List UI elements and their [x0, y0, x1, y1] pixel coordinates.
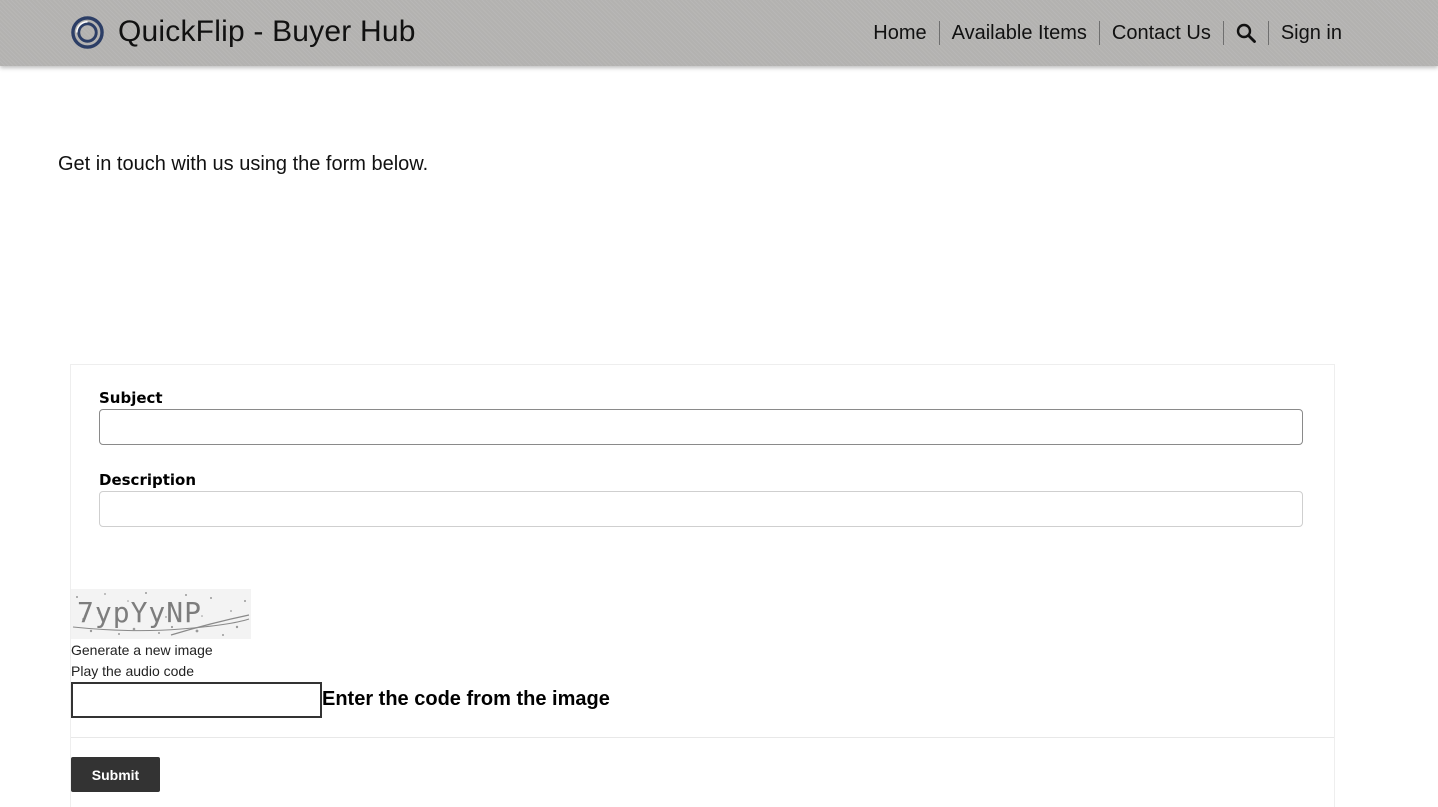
description-label: Description	[99, 471, 197, 489]
ring-logo-icon	[71, 15, 104, 49]
main-nav: Home Available Items Contact Us Sign in	[861, 20, 1354, 46]
form-divider	[71, 737, 1334, 738]
nav-sign-in[interactable]: Sign in	[1267, 21, 1354, 45]
captcha-image: 7ypYyNP	[71, 589, 251, 639]
nav-available-items[interactable]: Available Items	[938, 21, 1099, 45]
description-textarea[interactable]	[99, 491, 1303, 527]
site-header: QuickFlip - Buyer Hub Home Available Ite…	[0, 0, 1438, 66]
contact-form: Subject Description 7ypYyNP Generate a n…	[70, 364, 1335, 807]
play-audio-code-link[interactable]: Play the audio code	[71, 663, 194, 679]
nav-contact-us[interactable]: Contact Us	[1098, 21, 1223, 45]
intro-text: Get in touch with us using the form belo…	[58, 153, 429, 175]
captcha-code-label: Enter the code from the image	[322, 688, 610, 710]
generate-new-image-link[interactable]: Generate a new image	[71, 642, 213, 658]
search-button[interactable]	[1222, 21, 1268, 45]
search-icon	[1236, 23, 1256, 43]
captcha-code-input[interactable]	[71, 682, 322, 718]
brand[interactable]: QuickFlip - Buyer Hub	[71, 15, 416, 49]
subject-input[interactable]	[99, 409, 1303, 445]
site-title: QuickFlip - Buyer Hub	[118, 15, 416, 48]
nav-home[interactable]: Home	[861, 21, 938, 45]
submit-button[interactable]: Submit	[71, 757, 160, 792]
subject-label: Subject	[99, 389, 163, 407]
captcha-text: 7ypYyNP	[77, 596, 202, 629]
